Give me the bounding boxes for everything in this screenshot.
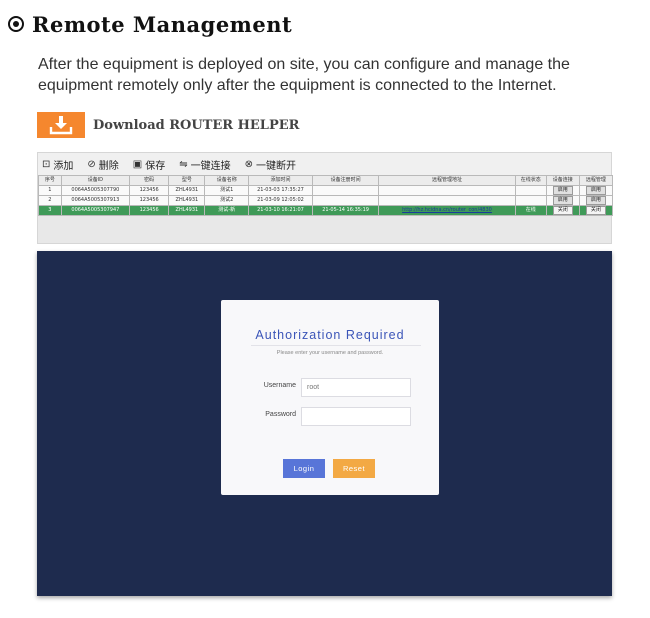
add-label: 添加 [53,160,74,172]
column-header[interactable]: 设备连接 [545,175,580,186]
cell-password: 123456 [128,195,170,206]
delete-label: 删除 [98,160,119,172]
connect-toggle-button[interactable]: 关闭 [552,206,573,215]
cell-online-status: 在线 [514,205,547,216]
login-title: Authorization Required [255,328,405,342]
column-header[interactable]: 序号 [38,175,62,186]
cell-remote-manage: 启用 [578,195,614,206]
cell-device-id: 0064A5005307790 [60,185,131,196]
cell-index: 3 [38,205,62,216]
cell-index: 1 [38,185,62,196]
device-table: 序号 设备ID 密码 型号 设备名称 添加时间 设备注册时间 远程管理地址 在线… [38,175,614,216]
cell-remote-manage: 启用 [578,185,614,196]
radio-bullet-icon [8,16,24,32]
title-divider [251,345,421,346]
cell-device-id: 0064A5005307947 [60,205,131,216]
cell-remote-url [378,195,516,206]
save-icon: ▣ [132,158,143,170]
cell-connect: 启用 [545,195,580,206]
username-label: Username [263,382,296,389]
cell-connect: 关闭 [545,205,580,216]
cell-device-name: 测试2 [204,195,249,206]
delete-button[interactable]: ⊘ 删除 [87,157,118,172]
column-header[interactable]: 远程管理地址 [378,175,516,186]
login-button[interactable]: Login [283,459,325,478]
cell-model: ZHL4931 [168,195,206,206]
save-button[interactable]: ▣ 保存 [133,157,165,172]
column-header[interactable]: 密码 [128,175,170,186]
password-label: Password [265,411,296,418]
connect-icon: ⇋ [179,158,188,170]
cell-registered-time [312,185,380,196]
cell-added-time: 21-03-09 12:05:02 [247,195,314,206]
save-label: 保存 [145,160,166,172]
connect-toggle-button[interactable]: 启用 [552,196,573,205]
username-input[interactable] [301,378,411,397]
table-row[interactable]: 1 0064A5005307790 123456 ZHL4931 测试1 21-… [38,185,614,196]
cell-registered-time: 21-05-14 16:35:19 [312,205,380,216]
column-header[interactable]: 远程管理 [578,175,614,186]
cell-added-time: 21-03-03 17:35:27 [247,185,314,196]
cell-remote-url [378,185,516,196]
section-header: Remote Management [8,10,292,38]
intro-paragraph: After the equipment is deployed on site,… [38,56,570,94]
remote-url-link[interactable]: http://hz.hcidna.cn/router_con/4830 [378,205,516,216]
disconnect-all-button[interactable]: ⊗ 一键断开 [245,157,296,172]
cell-model: ZHL4931 [168,205,206,216]
reset-button[interactable]: Reset [333,459,375,478]
cell-device-name: 测试-新 [204,205,249,216]
download-link[interactable]: Download ROUTER HELPER [93,118,299,133]
column-header[interactable]: 设备注册时间 [312,175,380,186]
remote-manage-toggle-button[interactable]: 关闭 [585,206,606,215]
add-button[interactable]: ⊡ 添加 [42,157,73,172]
connect-all-button[interactable]: ⇋ 一键连接 [179,157,230,172]
cell-device-name: 测试1 [204,185,249,196]
device-toolbar: ⊡ 添加 ⊘ 删除 ▣ 保存 ⇋ 一键连接 ⊗ 一键断开 [38,153,611,175]
remote-manage-toggle-button[interactable]: 启用 [585,186,606,195]
delete-icon: ⊘ [87,158,96,170]
disconnect-all-label: 一键断开 [256,160,297,172]
section-title: Remote Management [32,11,293,37]
cell-model: ZHL4931 [168,185,206,196]
download-arrow-glyph [49,116,73,135]
cell-password: 123456 [128,185,170,196]
connect-all-label: 一键连接 [190,160,231,172]
cell-online-status [514,195,547,206]
login-subtitle: Please enter your username and password. [276,350,384,356]
add-icon: ⊡ [42,158,51,170]
password-input[interactable] [301,407,411,426]
cell-index: 2 [38,195,62,206]
column-header[interactable]: 在线状态 [514,175,547,186]
device-manager-window: ⊡ 添加 ⊘ 删除 ▣ 保存 ⇋ 一键连接 ⊗ 一键断开 序号 设备ID 密码 … [37,152,614,244]
table-row-selected[interactable]: 3 0064A5005307947 123456 ZHL4931 测试-新 21… [38,205,614,216]
table-header-row: 序号 设备ID 密码 型号 设备名称 添加时间 设备注册时间 远程管理地址 在线… [38,175,614,186]
cell-connect: 启用 [545,185,580,196]
download-icon[interactable] [37,112,85,138]
disconnect-icon: ⊗ [244,158,254,170]
column-header[interactable]: 添加时间 [247,175,314,186]
login-card: Authorization Required Please enter your… [221,300,439,495]
column-header[interactable]: 型号 [168,175,206,186]
column-header[interactable]: 设备ID [60,175,131,186]
router-login-screen: Authorization Required Please enter your… [37,251,612,596]
connect-toggle-button[interactable]: 启用 [552,186,573,195]
remote-manage-toggle-button[interactable]: 启用 [585,196,606,205]
cell-added-time: 21-03-10 16:21:07 [247,205,314,216]
cell-online-status [514,185,547,196]
cell-remote-manage: 关闭 [578,205,614,216]
table-row[interactable]: 2 0064A5005307913 123456 ZHL4931 测试2 21-… [38,195,614,206]
cell-password: 123456 [128,205,170,216]
download-router-helper[interactable]: Download ROUTER HELPER [37,112,299,138]
cell-device-id: 0064A5005307913 [60,195,131,206]
column-header[interactable]: 设备名称 [204,175,249,186]
cell-registered-time [312,195,380,206]
